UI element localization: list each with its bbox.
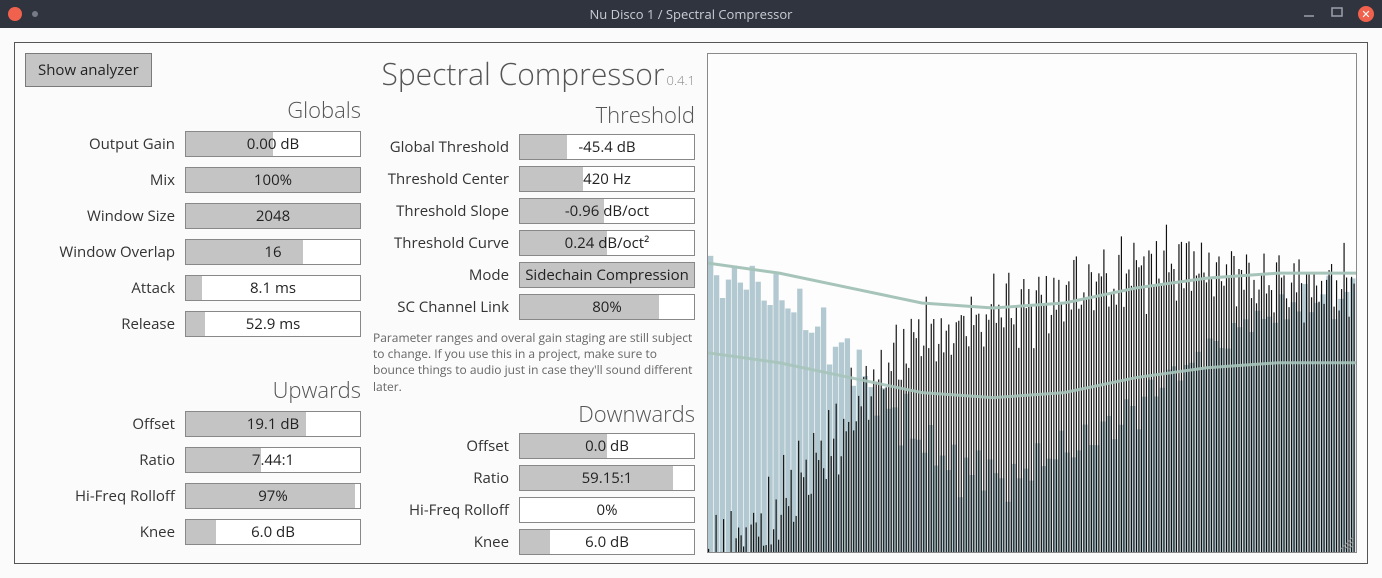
param-label: Mode bbox=[373, 265, 519, 285]
spectrum-analyzer[interactable] bbox=[707, 53, 1357, 553]
param-label: Offset bbox=[373, 436, 519, 456]
downwards-ratio-slider[interactable]: 59.15:1 bbox=[519, 465, 695, 491]
section-threshold-heading: Threshold bbox=[373, 100, 695, 130]
param-label: Ratio bbox=[373, 468, 519, 488]
plugin-window: Show analyzer Globals Output Gain 0.00 d… bbox=[0, 28, 1382, 578]
param-window-overlap: Window Overlap 16 bbox=[25, 237, 361, 267]
param-label: Mix bbox=[25, 170, 185, 190]
param-threshold-slope: Threshold Slope -0.96 dB/oct bbox=[373, 198, 695, 224]
param-up-ratio: Ratio 7.44:1 bbox=[25, 445, 361, 475]
param-up-offset: Offset 19.1 dB bbox=[25, 409, 361, 439]
upwards-hfroll-slider[interactable]: 97% bbox=[185, 483, 361, 509]
param-mix: Mix 100% bbox=[25, 165, 361, 195]
section-globals-heading: Globals bbox=[25, 95, 361, 125]
param-label: Release bbox=[25, 314, 185, 334]
threshold-curve-slider[interactable]: 0.24 dB/oct² bbox=[519, 230, 695, 256]
maximize-icon[interactable] bbox=[1330, 5, 1344, 23]
show-analyzer-button[interactable]: Show analyzer bbox=[25, 53, 152, 87]
param-window-size: Window Size 2048 bbox=[25, 201, 361, 231]
param-release: Release 52.9 ms bbox=[25, 309, 361, 339]
param-threshold-center: Threshold Center 420 Hz bbox=[373, 166, 695, 192]
window-size-slider[interactable]: 2048 bbox=[185, 203, 361, 229]
mix-slider[interactable]: 100% bbox=[185, 167, 361, 193]
threshold-center-slider[interactable]: 420 Hz bbox=[519, 166, 695, 192]
param-up-knee: Knee 6.0 dB bbox=[25, 517, 361, 547]
param-sc-link: SC Channel Link 80% bbox=[373, 294, 695, 320]
param-attack: Attack 8.1 ms bbox=[25, 273, 361, 303]
param-label: Knee bbox=[25, 522, 185, 542]
param-label: Ratio bbox=[25, 450, 185, 470]
param-label: Window Size bbox=[25, 206, 185, 226]
param-label: Global Threshold bbox=[373, 137, 519, 157]
param-label: SC Channel Link bbox=[373, 297, 519, 317]
disclaimer-note: Parameter ranges and overal gain staging… bbox=[373, 330, 695, 395]
minimize-icon[interactable] bbox=[1302, 5, 1316, 23]
plugin-title: Spectral Compressor0.4.1 bbox=[373, 53, 695, 94]
titlebar-dot-icon bbox=[32, 11, 38, 17]
downwards-hfroll-slider[interactable]: 0% bbox=[519, 497, 695, 523]
param-label: Offset bbox=[25, 414, 185, 434]
param-dn-knee: Knee 6.0 dB bbox=[373, 529, 695, 555]
param-dn-offset: Offset 0.0 dB bbox=[373, 433, 695, 459]
upwards-offset-slider[interactable]: 19.1 dB bbox=[185, 411, 361, 437]
param-label: Threshold Slope bbox=[373, 201, 519, 221]
threshold-slope-slider[interactable]: -0.96 dB/oct bbox=[519, 198, 695, 224]
param-up-hfroll: Hi-Freq Rolloff 97% bbox=[25, 481, 361, 511]
downwards-knee-slider[interactable]: 6.0 dB bbox=[519, 529, 695, 555]
param-label: Threshold Center bbox=[373, 169, 519, 189]
output-gain-slider[interactable]: 0.00 dB bbox=[185, 131, 361, 157]
param-label: Window Overlap bbox=[25, 242, 185, 262]
app-icon bbox=[8, 7, 22, 21]
section-downwards-heading: Downwards bbox=[373, 399, 695, 429]
upwards-ratio-slider[interactable]: 7.44:1 bbox=[185, 447, 361, 473]
param-label: Output Gain bbox=[25, 134, 185, 154]
upwards-knee-slider[interactable]: 6.0 dB bbox=[185, 519, 361, 545]
param-dn-hfroll: Hi-Freq Rolloff 0% bbox=[373, 497, 695, 523]
param-mode: Mode Sidechain Compression bbox=[373, 262, 695, 288]
close-icon[interactable]: ✕ bbox=[1358, 6, 1374, 22]
param-label: Hi-Freq Rolloff bbox=[25, 486, 185, 506]
resize-grip-icon[interactable] bbox=[1340, 536, 1354, 550]
release-slider[interactable]: 52.9 ms bbox=[185, 311, 361, 337]
param-label: Threshold Curve bbox=[373, 233, 519, 253]
window-overlap-slider[interactable]: 16 bbox=[185, 239, 361, 265]
downwards-offset-slider[interactable]: 0.0 dB bbox=[519, 433, 695, 459]
param-threshold-curve: Threshold Curve 0.24 dB/oct² bbox=[373, 230, 695, 256]
window-titlebar: Nu Disco 1 / Spectral Compressor ✕ bbox=[0, 0, 1382, 28]
param-global-threshold: Global Threshold -45.4 dB bbox=[373, 134, 695, 160]
attack-slider[interactable]: 8.1 ms bbox=[185, 275, 361, 301]
param-dn-ratio: Ratio 59.15:1 bbox=[373, 465, 695, 491]
param-label: Hi-Freq Rolloff bbox=[373, 500, 519, 520]
sc-link-slider[interactable]: 80% bbox=[519, 294, 695, 320]
param-output-gain: Output Gain 0.00 dB bbox=[25, 129, 361, 159]
param-label: Knee bbox=[373, 532, 519, 552]
mode-select[interactable]: Sidechain Compression bbox=[519, 262, 695, 288]
section-upwards-heading: Upwards bbox=[25, 375, 361, 405]
param-label: Attack bbox=[25, 278, 185, 298]
global-threshold-slider[interactable]: -45.4 dB bbox=[519, 134, 695, 160]
window-title: Nu Disco 1 / Spectral Compressor bbox=[590, 5, 793, 23]
